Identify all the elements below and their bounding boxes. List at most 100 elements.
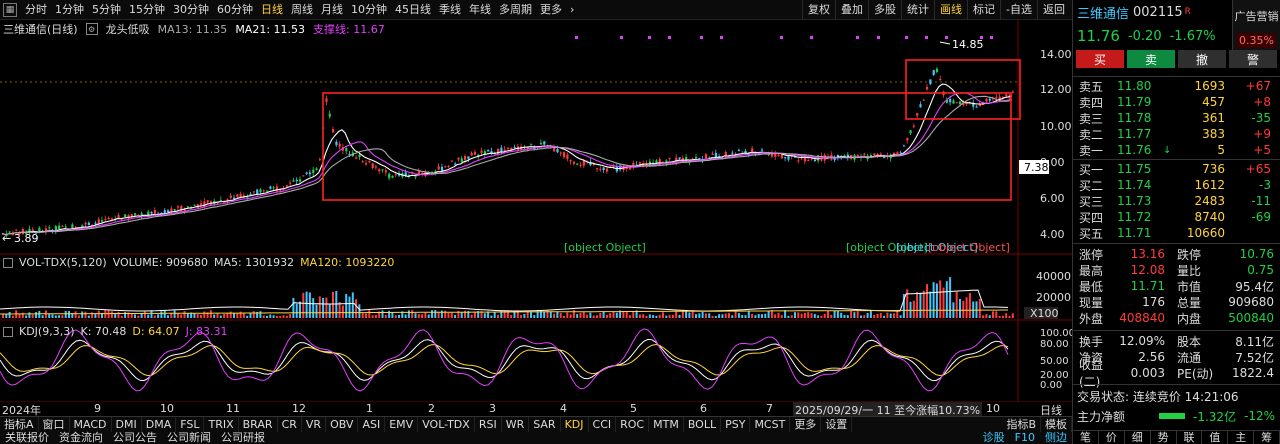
bottom-right-link-1[interactable]: F10	[1010, 432, 1040, 444]
indicator-tab-25[interactable]: 设置	[821, 417, 853, 432]
toolbar-btn-0[interactable]: 复权	[802, 0, 835, 20]
indicator-tab-9[interactable]: VR	[302, 417, 327, 432]
volume-bar	[64, 311, 67, 318]
period-10[interactable]: 45日线	[391, 0, 435, 20]
period-9[interactable]: 10分钟	[347, 0, 391, 20]
volume-bar	[939, 280, 942, 318]
quote-tab-0[interactable]: 笔	[1073, 431, 1099, 444]
toolbar-btn-7[interactable]: 返回	[1037, 0, 1070, 20]
indicator-tab-3[interactable]: DMI	[112, 417, 142, 432]
quote-tab-2[interactable]: 细	[1125, 431, 1151, 444]
indicator-tab-5[interactable]: FSL	[176, 417, 205, 432]
asks-price[interactable]: 11.79	[1117, 95, 1163, 109]
high-pointer	[939, 41, 951, 45]
period-12[interactable]: 年线	[465, 0, 495, 20]
indicator-right-tab-0[interactable]: 指标B	[1002, 417, 1041, 432]
quote-tab-1[interactable]: 价	[1099, 431, 1125, 444]
indicator-tab-7[interactable]: BRAR	[239, 417, 278, 432]
kdj-icon[interactable]	[3, 326, 13, 337]
asks-price[interactable]: 11.78	[1117, 111, 1163, 125]
period-6[interactable]: 日线	[257, 0, 287, 20]
indicator-tab-22[interactable]: PSY	[721, 417, 751, 432]
grid-icon[interactable]: ▦	[3, 3, 17, 17]
indicator-tab-12[interactable]: EMV	[385, 417, 419, 432]
period-7[interactable]: 周线	[287, 0, 317, 20]
indicator-right-tab-1[interactable]: 模板	[1041, 417, 1072, 432]
toolbar-btn-5[interactable]: 标记	[967, 0, 1000, 20]
indicator-tab-1[interactable]: 窗口	[39, 417, 70, 432]
period-13[interactable]: 多周期	[495, 0, 536, 20]
indicator-tab-19[interactable]: ROC	[616, 417, 650, 432]
bottom-link-0[interactable]: 关联报价	[0, 432, 54, 444]
volume-bar	[196, 314, 199, 318]
indicator-tab-17[interactable]: KDJ	[561, 417, 589, 432]
bottom-right-link-0[interactable]: 诊股	[978, 432, 1010, 444]
more-arrow-icon[interactable]: ›	[566, 0, 578, 20]
volume-bar	[836, 310, 839, 318]
period-0[interactable]: 分时	[21, 0, 51, 20]
indicator-tab-10[interactable]: OBV	[326, 417, 359, 432]
stat-key-2: PE(动)	[1177, 366, 1214, 381]
indicator-tab-18[interactable]: CCI	[589, 417, 617, 432]
indicator-tab-13[interactable]: VOL-TDX	[418, 417, 475, 432]
bids-price[interactable]: 11.72	[1117, 210, 1163, 224]
bottom-link-4[interactable]: 公司研报	[216, 432, 270, 444]
bids-price[interactable]: 11.75	[1117, 162, 1163, 176]
period-14[interactable]: 更多	[536, 0, 566, 20]
indicator-tab-6[interactable]: TRIX	[204, 417, 239, 432]
bottom-link-1[interactable]: 资金流向	[54, 432, 108, 444]
indicator-tab-20[interactable]: MTM	[649, 417, 684, 432]
period-8[interactable]: 月线	[317, 0, 347, 20]
bottom-link-3[interactable]: 公司新闻	[162, 432, 216, 444]
indicator-tab-15[interactable]: WR	[502, 417, 530, 432]
candle-body	[932, 70, 935, 75]
indicator-tab-16[interactable]: SAR	[529, 417, 561, 432]
candle-body	[374, 166, 378, 168]
toolbar-btn-4[interactable]: 画线	[934, 0, 967, 20]
alert-button[interactable]: 警	[1229, 50, 1277, 68]
volume-bar	[299, 301, 301, 318]
quote-tab-7[interactable]: 筹	[1254, 431, 1280, 444]
period-3[interactable]: 15分钟	[125, 0, 169, 20]
quote-tab-6[interactable]: 主	[1228, 431, 1255, 444]
indicator-tab-21[interactable]: BOLL	[684, 417, 722, 432]
indicator-tab-0[interactable]: 指标A	[0, 417, 39, 432]
kline-chart[interactable]: 14.0012.0010.008.006.004.007.3814.853.89…	[0, 20, 1072, 402]
toolbar-btn-2[interactable]: 多股	[868, 0, 901, 20]
stock-name[interactable]: 三维通信	[1077, 3, 1129, 22]
quote-tab-4[interactable]: 联	[1177, 431, 1203, 444]
indicator-tab-2[interactable]: MACD	[70, 417, 112, 432]
period-11[interactable]: 季线	[435, 0, 465, 20]
period-1[interactable]: 1分钟	[51, 0, 88, 20]
indicator-tab-24[interactable]: 更多	[790, 417, 822, 432]
toolbar-btn-1[interactable]: 叠加	[835, 0, 868, 20]
cancel-button[interactable]: 撤	[1178, 50, 1226, 68]
indicator-tab-23[interactable]: MCST	[750, 417, 791, 432]
bottom-link-2[interactable]: 公司公告	[108, 432, 162, 444]
period-4[interactable]: 30分钟	[169, 0, 213, 20]
bottom-right-link-2[interactable]: 侧边	[1040, 432, 1072, 444]
bids-price[interactable]: 11.71	[1117, 226, 1163, 240]
sector-badge[interactable]: 广告营销 0.35%	[1232, 0, 1280, 50]
asks-price[interactable]: 11.80	[1117, 79, 1163, 93]
vol-icon[interactable]	[3, 257, 13, 268]
bids-price[interactable]: 11.74	[1117, 178, 1163, 192]
indicator-tab-11[interactable]: ASI	[358, 417, 386, 432]
quote-tab-5[interactable]: 值	[1202, 431, 1229, 444]
asks-price[interactable]: 11.77	[1117, 127, 1163, 141]
indicator-tab-8[interactable]: CR	[278, 417, 302, 432]
asks-price[interactable]: 11.76	[1117, 143, 1163, 157]
period-2[interactable]: 5分钟	[88, 0, 125, 20]
volume-bar	[853, 312, 856, 318]
sell-button[interactable]: 卖	[1127, 50, 1175, 68]
indicator-tab-14[interactable]: RSI	[475, 417, 502, 432]
toolbar-btn-3[interactable]: 统计	[901, 0, 934, 20]
toolbar-btn-6[interactable]: -自选	[1000, 0, 1037, 20]
quote-tab-3[interactable]: 势	[1151, 431, 1177, 444]
indicator-tab-4[interactable]: DMA	[142, 417, 177, 432]
period-5[interactable]: 60分钟	[213, 0, 257, 20]
bids-price[interactable]: 11.73	[1117, 194, 1163, 208]
buy-button[interactable]: 买	[1076, 50, 1124, 68]
volume-bar	[302, 292, 305, 318]
candle-body	[437, 166, 440, 170]
